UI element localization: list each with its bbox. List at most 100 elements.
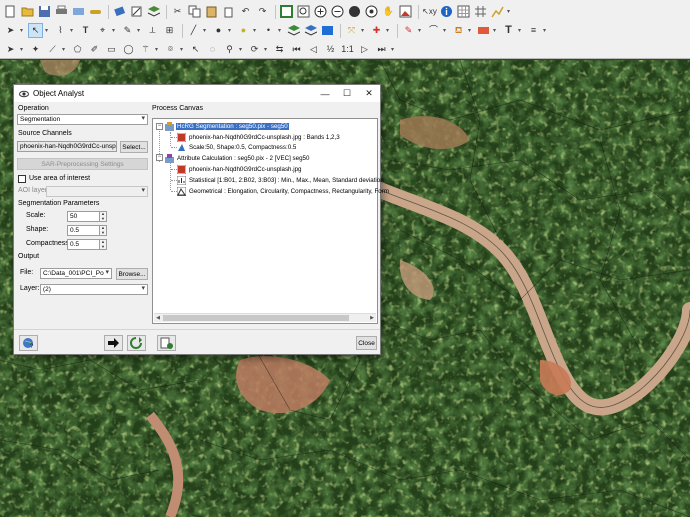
point-style-icon[interactable]: • <box>261 23 276 38</box>
tree-item-segmentation[interactable]: HcRG Segmentation : seg50.pix - seg50 <box>165 121 289 131</box>
polyline-icon[interactable]: ⌇ <box>53 23 68 38</box>
new-file-icon[interactable] <box>3 4 18 19</box>
chevron-down-icon[interactable]: ▾ <box>20 27 25 34</box>
chevron-down-icon[interactable]: ▾ <box>418 27 423 34</box>
select-button[interactable]: Select... <box>120 141 148 153</box>
tree-collapse-toggle[interactable]: − <box>156 123 163 130</box>
shape-spinner[interactable]: ▲ ▼ <box>100 225 107 236</box>
text-tool-icon[interactable]: T <box>78 23 93 38</box>
tree-item-source-image[interactable]: phoenix-han-Nqdh0G9rdCc-unsplash.jpg : B… <box>177 132 341 142</box>
edit-icon[interactable] <box>129 4 144 19</box>
chevron-down-icon[interactable]: ▾ <box>155 46 160 53</box>
info-icon[interactable] <box>439 4 454 19</box>
align-icon[interactable]: ≡ <box>526 23 541 38</box>
zoom-extent-icon[interactable] <box>279 4 294 19</box>
ellipse-icon[interactable]: ◯ <box>121 42 136 57</box>
paste-icon[interactable] <box>204 4 219 19</box>
close-button[interactable]: Close <box>356 336 377 350</box>
browse-button[interactable]: Browse... <box>116 268 148 280</box>
chevron-down-icon[interactable]: ▾ <box>228 27 233 34</box>
rotate-icon[interactable]: ⟳ <box>247 42 262 57</box>
sar-preprocessing-settings-button[interactable]: SAR-Preprocessing Settings <box>17 158 148 170</box>
chevron-down-icon[interactable]: ▾ <box>203 27 208 34</box>
zoom-selection-icon[interactable] <box>364 4 379 19</box>
merge-icon[interactable]: ⊞ <box>162 23 177 38</box>
scroll-left-icon[interactable]: ◀ <box>154 314 162 322</box>
reshape-icon[interactable]: ✎ <box>120 23 135 38</box>
band-icon[interactable] <box>320 23 335 38</box>
print-icon[interactable] <box>54 4 69 19</box>
open-folder-icon[interactable] <box>20 4 35 19</box>
chevron-down-icon[interactable]: ▾ <box>507 8 512 15</box>
chevron-down-icon[interactable]: ▾ <box>253 27 258 34</box>
redo-icon[interactable]: ↷ <box>255 4 270 19</box>
copy-icon[interactable] <box>187 4 202 19</box>
digitize-point-icon[interactable]: ✦ <box>28 42 43 57</box>
undo-icon[interactable]: ↶ <box>238 4 253 19</box>
tree-collapse-toggle[interactable]: − <box>156 154 163 161</box>
fill-rect-icon[interactable] <box>476 23 491 38</box>
chevron-down-icon[interactable]: ▾ <box>20 46 25 53</box>
shape-circle-icon[interactable]: ◌ <box>205 42 220 57</box>
pointer-icon[interactable]: ➤ <box>3 42 18 57</box>
help-button[interactable]: ? <box>19 335 38 351</box>
layers-icon[interactable] <box>71 4 86 19</box>
zoom-one-to-one-button[interactable]: 1:1 <box>340 42 355 57</box>
tree-item-geometrical[interactable]: Geometrical : Elongation, Circularity, C… <box>177 186 390 196</box>
pan-hand-icon[interactable]: ✋ <box>381 4 396 19</box>
chevron-down-icon[interactable]: ▾ <box>112 27 117 34</box>
chevron-down-icon[interactable]: ▾ <box>278 27 283 34</box>
chevron-down-icon[interactable]: ▾ <box>62 46 67 53</box>
chevron-down-icon[interactable]: ▾ <box>361 27 366 34</box>
zoom-out-icon[interactable] <box>330 4 345 19</box>
raster-layers-icon[interactable] <box>303 23 318 38</box>
paint-bucket-icon[interactable]: ⛾ <box>451 23 466 38</box>
digitize-line-icon[interactable]: ⟋ <box>45 42 60 57</box>
chevron-down-icon[interactable]: ▾ <box>468 27 473 34</box>
zoom-half-button[interactable]: ½ <box>323 42 338 57</box>
chevron-down-icon[interactable]: ▾ <box>180 46 185 53</box>
scale-spinner[interactable]: ▲ ▼ <box>100 211 107 222</box>
zoom-actual-icon[interactable] <box>347 4 362 19</box>
magic-wand-icon[interactable]: ⚚ <box>138 42 153 57</box>
eraser-icon[interactable] <box>112 4 127 19</box>
grid-icon[interactable] <box>473 4 488 19</box>
chevron-down-icon[interactable]: ▾ <box>264 46 269 53</box>
shape-input[interactable]: 0.5 <box>67 225 100 236</box>
chevron-down-icon[interactable]: ▾ <box>443 27 448 34</box>
scrollbar-thumb[interactable] <box>163 315 349 321</box>
chevron-down-icon[interactable]: ▾ <box>239 46 244 53</box>
output-layer-select[interactable]: (2) <box>40 284 148 295</box>
maximize-icon[interactable]: ☐ <box>336 85 358 102</box>
next-frame-icon[interactable]: ▷ <box>357 42 372 57</box>
save-icon[interactable] <box>37 4 52 19</box>
tree-item-parameters[interactable]: Scale:50, Shape:0.5, Compactness:0.5 <box>177 142 297 152</box>
last-frame-icon[interactable]: ⏭ <box>374 42 389 57</box>
source-channels-field[interactable]: phoenix-han-Nqdh0G9rdCc-unsplash <box>17 141 117 152</box>
transform-icon[interactable]: ⤧ <box>344 23 359 38</box>
previous-frame-icon[interactable]: ◁ <box>306 42 321 57</box>
chevron-down-icon[interactable]: ▾ <box>70 27 75 34</box>
chevron-down-icon[interactable]: ▾ <box>543 27 548 34</box>
swipe-icon[interactable]: ⇆ <box>272 42 287 57</box>
link-icon[interactable] <box>88 4 103 19</box>
delete-icon[interactable] <box>221 4 236 19</box>
compactness-spinner[interactable]: ▲ ▼ <box>100 239 107 250</box>
select-arrow-active-icon[interactable]: ↖ <box>28 23 43 38</box>
crosshair-icon[interactable]: ✚ <box>369 23 384 38</box>
zoom-box-icon[interactable] <box>296 4 311 19</box>
cut-icon[interactable]: ✂ <box>170 4 185 19</box>
table-icon[interactable] <box>456 4 471 19</box>
operation-select[interactable]: Segmentation <box>17 114 148 125</box>
cursor-xy-icon[interactable]: ↖xy <box>422 4 437 19</box>
scroll-right-icon[interactable]: ▶ <box>368 314 376 322</box>
add-process-button[interactable] <box>157 335 176 351</box>
scale-input[interactable]: 50 <box>67 211 100 222</box>
process-canvas[interactable]: − HcRG Segmentation : seg50.pix - seg50 … <box>152 118 389 324</box>
pen-color-icon[interactable]: ✎ <box>401 23 416 38</box>
select-arrow-icon[interactable]: ➤ <box>3 23 18 38</box>
dialog-titlebar[interactable]: Object Analyst — ☐ ✕ <box>14 85 380 102</box>
tree-item-statistical[interactable]: Statistical [1:B01, 2:B02, 3:B03] : Min.… <box>177 175 385 185</box>
chevron-down-icon[interactable]: ▾ <box>386 27 391 34</box>
chart-icon[interactable] <box>490 4 505 19</box>
